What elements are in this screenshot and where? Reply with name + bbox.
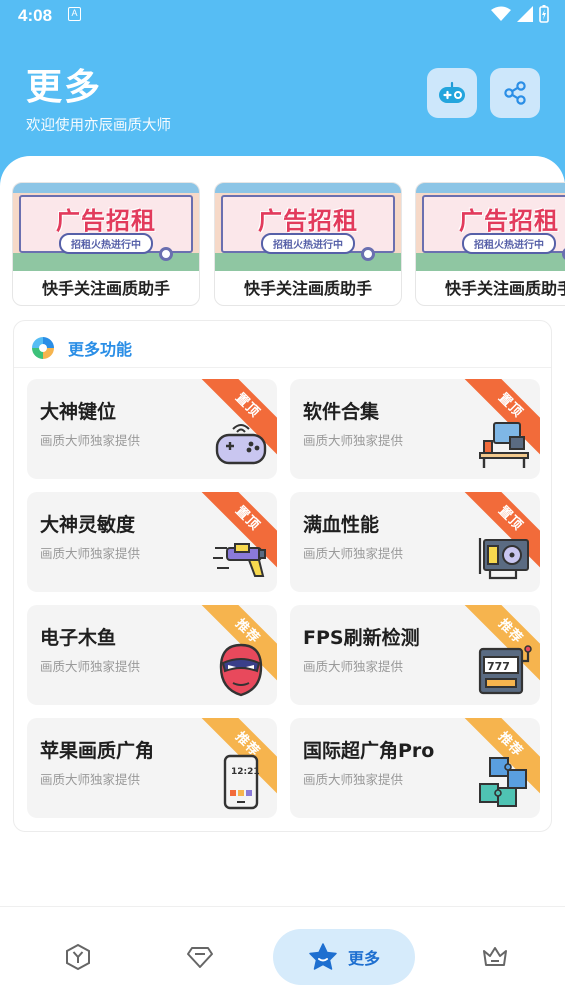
hexagon-y-icon [66, 943, 90, 971]
banner-label: 快手关注画质助手 [243, 279, 372, 298]
signal-icon [517, 6, 533, 22]
ad-pill: 招租火热进行中 [462, 233, 556, 254]
status-time: 4:08 [18, 6, 53, 25]
desk-computer-icon [479, 422, 529, 468]
gamepad-icon [215, 424, 267, 465]
function-tile[interactable]: 电子木鱼 画质大师独家提供 推荐 [27, 605, 277, 705]
status-bar: 4:08 A [0, 0, 565, 34]
banner-carousel[interactable]: 广告招租 招租火热进行中 快手关注画质助手 广告招租 招租火热进行中 快手关注画… [12, 182, 565, 308]
hero-mask-icon [219, 643, 263, 697]
tile-title: 满血性能 [303, 514, 380, 536]
blaster-gun-icon [213, 543, 266, 577]
ad-banner-image: 广告招租 招租火热进行中 [416, 183, 565, 271]
tile-title: 国际超广角Pro [303, 740, 435, 762]
divider [14, 367, 551, 368]
more-functions-header: 更多功能 [30, 335, 132, 361]
more-functions-title: 更多功能 [68, 340, 133, 359]
tile-subtitle: 画质大师独家提供 [40, 433, 141, 448]
tile-subtitle: 画质大师独家提供 [303, 659, 404, 674]
tile-subtitle: 画质大师独家提供 [40, 659, 141, 674]
ad-pill: 招租火热进行中 [261, 233, 355, 254]
ad-banner-image: 广告招租 招租火热进行中 [13, 183, 199, 271]
ad-title: 广告招租 [459, 207, 559, 235]
banner-card[interactable]: 广告招租 招租火热进行中 快手关注画质助手 [415, 182, 565, 306]
tile-title: FPS刷新检测 [303, 627, 420, 649]
banner-label: 快手关注画质助手 [444, 279, 565, 298]
phone-clock-icon: 12:21 [223, 754, 260, 810]
svg-text:777: 777 [487, 660, 510, 673]
graphics-card-icon [478, 538, 529, 580]
tile-subtitle: 画质大师独家提供 [40, 772, 141, 787]
nav-item-home[interactable] [58, 929, 98, 985]
nav-item-crown[interactable] [475, 929, 515, 985]
tile-subtitle: 画质大师独家提供 [303, 546, 404, 561]
tile-title: 软件合集 [303, 401, 380, 423]
gamepad-icon [439, 81, 465, 103]
ad-banner-image: 广告招租 招租火热进行中 [215, 183, 401, 271]
function-tile[interactable]: 大神灵敏度 画质大师独家提供 置顶 [27, 492, 277, 592]
tile-title: 大神键位 [40, 401, 117, 423]
ad-title: 广告招租 [258, 207, 358, 235]
ad-title: 广告招租 [56, 207, 156, 235]
tile-title: 电子木鱼 [40, 627, 117, 649]
nav-item-more-label: 更多 [347, 949, 380, 968]
nav-item-diamond[interactable] [180, 929, 220, 985]
ad-pill: 招租火热进行中 [59, 233, 153, 254]
banner-card[interactable]: 广告招租 招租火热进行中 快手关注画质助手 [214, 182, 402, 306]
function-tile[interactable]: FPS刷新检测 画质大师独家提供 推荐 777 [290, 605, 540, 705]
page-title: 更多 [26, 67, 103, 108]
function-tile[interactable]: 国际超广角Pro 画质大师独家提供 推荐 [290, 718, 540, 818]
function-tile[interactable]: 满血性能 画质大师独家提供 置顶 [290, 492, 540, 592]
banner-card[interactable]: 广告招租 招租火热进行中 快手关注画质助手 [12, 182, 200, 306]
phone-time: 12:21 [231, 767, 260, 777]
notification-a-icon: A [68, 7, 81, 21]
tile-subtitle: 画质大师独家提供 [303, 433, 404, 448]
tile-title: 大神灵敏度 [40, 514, 136, 536]
page-subtitle: 欢迎使用亦辰画质大师 [26, 118, 171, 134]
crown-icon [483, 947, 507, 966]
tile-subtitle: 画质大师独家提供 [303, 772, 404, 787]
slot-machine-icon: 777 [478, 645, 532, 695]
more-functions-card: 更多功能 大神键位 画质大师独家提供 置顶 软件合集 画质大师独家提供 置顶 大… [13, 320, 552, 832]
wifi-icon [491, 6, 511, 21]
banner-label: 快手关注画质助手 [41, 279, 170, 298]
puzzle-icon [479, 757, 527, 807]
function-tile[interactable]: 软件合集 画质大师独家提供 置顶 [290, 379, 540, 479]
share-icon [504, 81, 526, 105]
tile-subtitle: 画质大师独家提供 [40, 546, 141, 561]
function-tile[interactable]: 大神键位 画质大师独家提供 置顶 [27, 379, 277, 479]
status-icons [491, 5, 549, 23]
diamond-icon [187, 947, 213, 968]
star-icon [309, 943, 337, 970]
app-logo-icon [32, 337, 54, 359]
function-tile[interactable]: 苹果画质广角 画质大师独家提供 推荐 12:21 [27, 718, 277, 818]
bottom-nav: 更多 [0, 906, 565, 1004]
nav-item-more[interactable]: 更多 [273, 929, 415, 985]
tile-title: 苹果画质广角 [40, 740, 155, 762]
battery-icon [539, 5, 549, 23]
share-button[interactable] [490, 68, 540, 118]
game-button[interactable] [427, 68, 477, 118]
